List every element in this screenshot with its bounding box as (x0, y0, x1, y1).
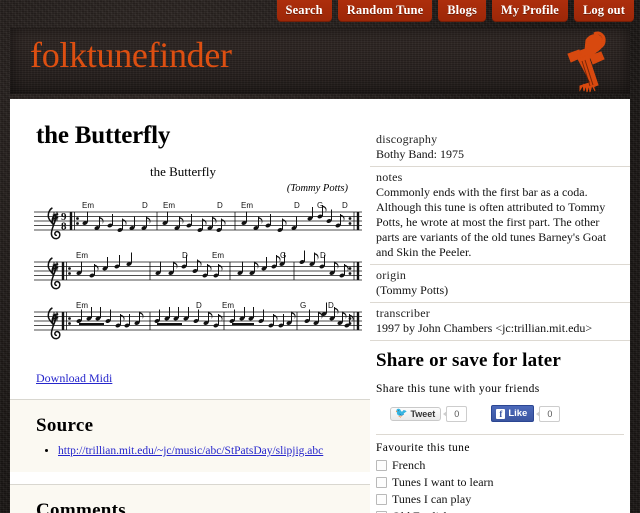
favourite-item[interactable]: Tunes I can play (376, 492, 630, 507)
social-buttons: 🐦 Tweet 0 f Like 0 (390, 405, 630, 422)
source-link-list: http://trillian.mit.edu/~jc/music/abc/St… (10, 445, 370, 457)
twitter-bird-icon: 🐦 (395, 407, 408, 419)
site-banner: folktunefinder (10, 28, 630, 94)
download-midi-link[interactable]: Download Midi (36, 371, 112, 385)
tune-column: the Butterfly the Butterfly (Tommy Potts… (10, 99, 370, 513)
facebook-f-icon: f (496, 408, 506, 419)
tweet-button[interactable]: 🐦 Tweet (390, 406, 442, 421)
checkbox-icon[interactable] (376, 460, 387, 471)
nav-random-tune[interactable]: Random Tune (337, 0, 433, 22)
svg-text:Em: Em (76, 301, 88, 310)
like-label: Like (508, 408, 528, 419)
facebook-like-button[interactable]: f Like (491, 405, 535, 422)
tweet-label: Tweet (410, 408, 436, 419)
source-link[interactable]: http://trillian.mit.edu/~jc/music/abc/St… (58, 445, 323, 457)
favourite-divider (376, 434, 624, 435)
metadata-value: 1997 by John Chambers <jc:trillian.mit.e… (376, 321, 593, 335)
svg-text:Em: Em (76, 251, 88, 260)
tweet-count: 0 (443, 405, 468, 422)
checkbox-icon[interactable] (376, 494, 387, 505)
svg-text:Em: Em (212, 251, 224, 260)
nav-log-out[interactable]: Log out (573, 0, 634, 22)
svg-text:D: D (182, 251, 188, 260)
svg-text:D: D (142, 201, 148, 210)
svg-text:Em: Em (241, 201, 253, 210)
violin-scroll-icon (556, 28, 608, 99)
svg-text:D: D (196, 301, 202, 310)
metadata-block: discography Bothy Band: 1975 (370, 129, 630, 167)
favourite-item-label: Tunes I want to learn (392, 475, 494, 489)
source-heading: Source (36, 415, 94, 436)
svg-text:D: D (294, 201, 300, 210)
svg-text:D: D (217, 201, 223, 210)
metadata-label: notes (376, 170, 403, 184)
metadata-block: transcriber 1997 by John Chambers <jc:tri… (370, 303, 630, 341)
metadata-label: origin (376, 268, 407, 282)
favourite-item-label: Old English (392, 509, 450, 513)
favourite-list: French Tunes I want to learn Tunes I can p… (370, 458, 630, 513)
share-subheading: Share this tune with your friends (376, 383, 540, 395)
metadata-column: discography Bothy Band: 1975 notes Commonly… (370, 99, 630, 513)
favourite-item[interactable]: French (376, 458, 630, 473)
metadata-list: discography Bothy Band: 1975 notes Commonly… (370, 129, 630, 341)
metadata-value: Bothy Band: 1975 (376, 147, 465, 161)
favourite-item[interactable]: Tunes I want to learn (376, 475, 630, 490)
svg-text:Em: Em (222, 301, 234, 310)
sheet-music: the Butterfly (Tommy Potts) 9 8 Em D Em … (32, 164, 362, 359)
share-heading: Share or save for later (376, 350, 562, 371)
site-logo[interactable]: folktunefinder (30, 34, 232, 76)
favourite-item[interactable]: Old English (376, 509, 630, 513)
comments-section: Comments (10, 485, 370, 513)
list-item: http://trillian.mit.edu/~jc/music/abc/St… (58, 445, 370, 457)
music-notation: 9 8 Em D Em D Em D G D Em D Em G D Em D … (34, 201, 362, 340)
nav-blogs[interactable]: Blogs (438, 0, 486, 22)
svg-text:D: D (320, 251, 326, 260)
metadata-value: (Tommy Potts) (376, 283, 449, 297)
download-midi-row: Download Midi (36, 369, 370, 387)
page-title: the Butterfly (36, 122, 171, 149)
svg-text:8: 8 (61, 221, 67, 233)
comments-heading: Comments (36, 500, 126, 513)
like-count: 0 (536, 405, 561, 422)
svg-text:G: G (300, 301, 306, 310)
score-composer: (Tommy Potts) (286, 183, 348, 194)
favourite-item-label: Tunes I can play (392, 492, 472, 506)
svg-text:Em: Em (163, 201, 175, 210)
svg-text:G: G (280, 251, 286, 260)
svg-text:G: G (317, 201, 323, 210)
svg-text:D: D (328, 301, 334, 310)
svg-text:Em: Em (82, 201, 94, 210)
tweet-unit: 🐦 Tweet 0 (390, 405, 468, 422)
content-panel: the Butterfly the Butterfly (Tommy Potts… (10, 99, 630, 513)
metadata-block: notes Commonly ends with the first bar as… (370, 167, 630, 265)
score-title: the Butterfly (149, 164, 217, 179)
nav-search[interactable]: Search (276, 0, 332, 22)
metadata-label: transcriber (376, 306, 431, 320)
svg-text:D: D (342, 201, 348, 210)
top-navigation: Search Random Tune Blogs My Profile Log out (276, 0, 634, 22)
like-unit: f Like 0 (491, 405, 561, 422)
metadata-value: Commonly ends with the first bar as a co… (376, 185, 607, 259)
metadata-label: discography (376, 132, 438, 146)
nav-my-profile[interactable]: My Profile (491, 0, 568, 22)
source-section: Source http://trillian.mit.edu/~jc/music… (10, 400, 370, 472)
checkbox-icon[interactable] (376, 477, 387, 488)
favourite-heading: Favourite this tune (376, 442, 470, 454)
favourite-item-label: French (392, 458, 426, 472)
metadata-block: origin (Tommy Potts) (370, 265, 630, 303)
